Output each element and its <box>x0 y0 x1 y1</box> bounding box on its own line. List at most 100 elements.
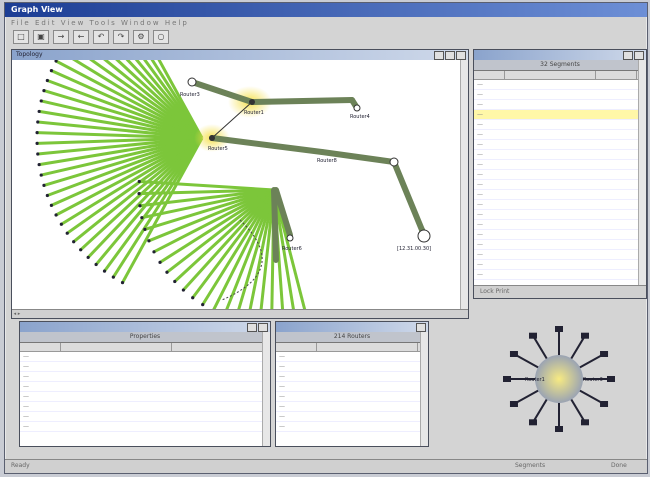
link-d[interactable] <box>209 135 325 155</box>
mini-node[interactable] <box>503 376 511 382</box>
segment-node[interactable] <box>49 69 53 73</box>
segment-node[interactable] <box>86 255 90 260</box>
segment-node[interactable] <box>39 99 43 103</box>
segment-node[interactable] <box>138 204 142 208</box>
table-row[interactable]: — <box>474 90 646 100</box>
mini-topology[interactable]: Router1 Router3 <box>475 309 643 449</box>
mini-node[interactable] <box>529 419 537 426</box>
segments-window[interactable]: 32 Segments — — — — — — — — — — — — — — — — — — — — Lock Pr… <box>473 49 647 299</box>
table-row[interactable]: — <box>474 140 646 150</box>
cloud-node[interactable] <box>417 229 431 243</box>
segment-node[interactable] <box>102 269 107 273</box>
segment-node[interactable] <box>147 239 151 243</box>
segment-node[interactable] <box>59 222 63 226</box>
table-row[interactable]: — <box>276 352 428 362</box>
segment-node[interactable] <box>158 260 162 264</box>
table-row[interactable]: — <box>276 412 428 422</box>
segment-node[interactable] <box>165 270 169 274</box>
mini-node[interactable] <box>607 376 615 382</box>
lock-print[interactable]: Lock Print <box>474 288 509 295</box>
router-node[interactable] <box>286 234 294 242</box>
table-row[interactable]: — <box>276 392 428 402</box>
segment-node[interactable] <box>45 193 49 198</box>
toolbar-button[interactable]: ← <box>73 30 89 44</box>
segment-node[interactable] <box>72 240 76 244</box>
close-button[interactable] <box>634 51 644 60</box>
toolbar-button[interactable]: ↶ <box>93 30 109 44</box>
segment-node[interactable] <box>94 262 98 267</box>
minimize-button[interactable] <box>434 51 444 60</box>
scrollbar[interactable] <box>420 332 428 446</box>
table-row[interactable]: — <box>474 200 646 210</box>
close-button[interactable] <box>456 51 466 60</box>
toolbar-button[interactable]: ⚙ <box>133 30 149 44</box>
mini-node[interactable] <box>581 419 589 426</box>
router-node[interactable] <box>353 104 361 112</box>
segment-node[interactable] <box>152 250 156 254</box>
segment-node[interactable] <box>173 279 177 284</box>
mini-node[interactable] <box>600 401 609 407</box>
toolbar-button[interactable]: ↷ <box>113 30 129 44</box>
table-row[interactable]: — <box>474 260 646 270</box>
segment-node[interactable] <box>137 192 141 196</box>
toolbar-button[interactable]: ○ <box>153 30 169 44</box>
table-row[interactable]: — <box>474 160 646 170</box>
table-row[interactable]: — <box>474 210 646 220</box>
table-row[interactable]: — <box>276 422 428 432</box>
router-node[interactable] <box>209 135 215 141</box>
table-row[interactable]: — <box>474 80 646 90</box>
table-row[interactable]: — <box>474 120 646 130</box>
close-button[interactable] <box>416 323 426 332</box>
toolbar-button[interactable]: → <box>53 30 69 44</box>
table-row[interactable]: — <box>276 382 428 392</box>
mini-node[interactable] <box>509 401 518 407</box>
table-row[interactable]: — <box>20 392 270 402</box>
table-row[interactable]: — <box>20 412 270 422</box>
router-node[interactable] <box>249 99 255 105</box>
scrollbar[interactable] <box>262 332 270 446</box>
segment-node[interactable] <box>37 162 41 167</box>
segment-node[interactable] <box>45 78 49 83</box>
segment-node[interactable] <box>37 109 41 114</box>
segment-node[interactable] <box>143 227 147 232</box>
table-row[interactable]: — <box>474 230 646 240</box>
link-h[interactable] <box>271 187 279 263</box>
segment-node[interactable] <box>79 248 83 252</box>
table-row[interactable]: — <box>20 382 270 392</box>
table-row[interactable]: — <box>276 372 428 382</box>
table-row[interactable]: — <box>474 240 646 250</box>
mini-node[interactable] <box>529 332 537 339</box>
link-f[interactable] <box>391 159 425 233</box>
router-node[interactable] <box>389 157 399 167</box>
topology-graph[interactable]: Router1 Router4 Router5 Router8 Router3 … <box>12 60 460 316</box>
table-row[interactable]: — <box>20 352 270 362</box>
mini-node[interactable] <box>555 426 563 432</box>
segment-node[interactable] <box>65 231 69 235</box>
link-b[interactable] <box>249 97 355 105</box>
router-node[interactable] <box>187 77 197 87</box>
table-row[interactable]: — <box>20 402 270 412</box>
table-row[interactable]: — <box>20 422 270 432</box>
table-row[interactable]: — <box>474 110 646 120</box>
table-row[interactable]: — <box>474 190 646 200</box>
properties-window[interactable]: Properties — — — — — — — — <box>19 321 271 447</box>
toolbar-button[interactable]: ▣ <box>33 30 49 44</box>
table-row[interactable]: — <box>20 362 270 372</box>
segment-node[interactable] <box>39 173 43 177</box>
segment-node[interactable] <box>54 213 58 217</box>
segment-node[interactable] <box>137 179 141 184</box>
menu-bar[interactable]: File Edit View Tools Window Help <box>5 17 647 29</box>
routers-window[interactable]: 214 Routers — — — — — — — — <box>275 321 429 447</box>
table-row[interactable]: — <box>276 362 428 372</box>
segment-node[interactable] <box>191 296 195 300</box>
segment-node[interactable] <box>120 280 125 285</box>
table-row[interactable]: — <box>276 402 428 412</box>
table-row[interactable]: — <box>474 100 646 110</box>
mini-node[interactable] <box>509 351 518 357</box>
table-row[interactable]: — <box>474 270 646 280</box>
table-row[interactable]: — <box>20 372 270 382</box>
table-row[interactable]: — <box>474 180 646 190</box>
segment-node[interactable] <box>201 303 205 307</box>
table-row[interactable]: — <box>474 150 646 160</box>
segment-node[interactable] <box>36 152 40 156</box>
